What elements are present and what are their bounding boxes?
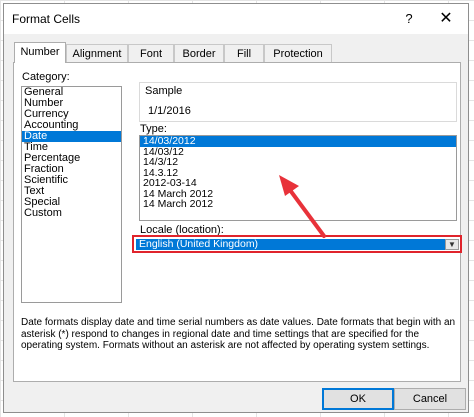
annotation-arrow-icon [279,175,326,238]
tab-number[interactable]: Number [14,42,66,63]
